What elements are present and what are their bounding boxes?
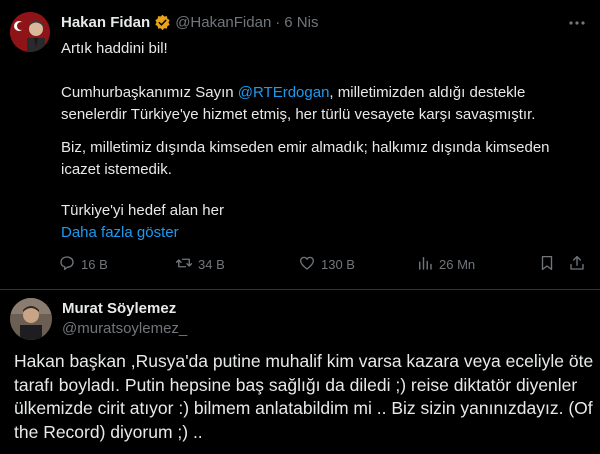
like-count: 130 B	[321, 257, 355, 272]
share-button[interactable]	[568, 254, 586, 275]
tweet-paragraph-3: Biz, milletimiz dışında kimseden emir al…	[61, 139, 550, 178]
repost-count: 34 B	[198, 257, 225, 272]
share-icon	[568, 254, 586, 275]
author-handle[interactable]: @muratsoylemez_	[62, 320, 187, 337]
author-name[interactable]: Murat Söylemez	[62, 300, 176, 317]
reply-button[interactable]: 16 B	[58, 254, 108, 275]
tweet-actions: 16 B 34 B 130 B 26 Mn	[58, 254, 588, 274]
separator: ·	[275, 14, 281, 31]
tweet-line-1: Artık haddini bil!	[61, 40, 168, 57]
reply-icon	[58, 254, 76, 275]
reply-count: 16 B	[81, 257, 108, 272]
verified-badge-icon[interactable]	[154, 14, 171, 31]
like-button[interactable]: 130 B	[298, 254, 355, 275]
tweet-header: Hakan Fidan @HakanFidan · 6 Nis	[61, 14, 318, 31]
tweet-divider	[0, 289, 600, 290]
repost-icon	[175, 254, 193, 275]
bookmark-icon	[538, 254, 556, 275]
tweet-date[interactable]: 6 Nis	[284, 14, 318, 31]
views-button[interactable]: 26 Mn	[416, 254, 475, 275]
views-count: 26 Mn	[439, 257, 476, 272]
reply-text: Hakan başkan ,Rusya'da putine muhalif ki…	[14, 351, 594, 442]
avatar[interactable]	[10, 298, 52, 340]
author-name[interactable]: Hakan Fidan	[61, 14, 150, 31]
tweet-paragraph-4: Türkiye'yi hedef alan her	[61, 202, 224, 219]
author-handle[interactable]: @HakanFidan	[175, 14, 271, 31]
avatar-image	[10, 298, 52, 340]
avatar[interactable]	[10, 12, 50, 52]
show-more-link[interactable]: Daha fazla göster	[61, 222, 179, 244]
tweet-hakan-fidan[interactable]: Hakan Fidan @HakanFidan · 6 Nis Artık ha…	[0, 0, 600, 290]
like-icon	[298, 254, 316, 275]
views-icon	[416, 254, 434, 275]
bookmark-button[interactable]	[538, 254, 556, 275]
mention-link[interactable]: @RTErdogan	[238, 84, 330, 101]
more-icon[interactable]	[568, 14, 586, 36]
repost-button[interactable]: 34 B	[175, 254, 225, 275]
paragraph-text: Cumhurbaşkanımız Sayın	[61, 84, 238, 101]
avatar-image	[10, 12, 50, 52]
tweet-paragraph-2: Cumhurbaşkanımız Sayın @RTErdogan, mille…	[61, 82, 581, 126]
